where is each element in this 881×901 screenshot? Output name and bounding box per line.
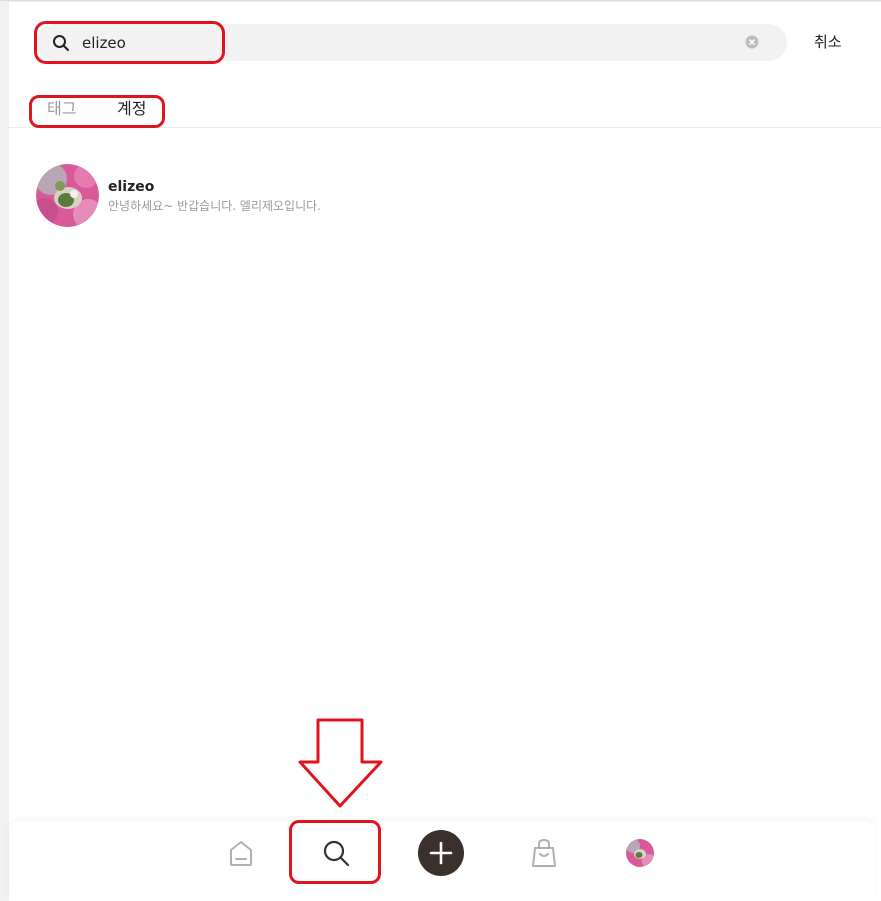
top-border xyxy=(0,0,881,1)
cancel-button[interactable]: 취소 xyxy=(814,32,842,52)
account-bio: 안녕하세요~ 반갑습니다. 엘리제오입니다. xyxy=(108,199,321,213)
clear-icon[interactable] xyxy=(745,35,759,49)
page-background xyxy=(9,2,881,901)
tab-tags[interactable]: 태그 xyxy=(47,98,76,120)
search-icon[interactable] xyxy=(321,838,351,868)
tab-accounts[interactable]: 계정 xyxy=(117,98,146,120)
account-username: elizeo xyxy=(108,179,155,195)
annotation-down-arrow xyxy=(298,718,383,808)
account-result-row[interactable]: elizeo 안녕하세요~ 반갑습니다. 엘리제오입니다. xyxy=(36,164,536,228)
home-icon[interactable] xyxy=(227,838,255,868)
search-bar[interactable] xyxy=(36,24,787,61)
shopping-bag-icon[interactable] xyxy=(530,837,558,869)
search-input[interactable]: elizeo xyxy=(82,33,126,53)
profile-avatar[interactable] xyxy=(626,839,654,867)
search-icon xyxy=(53,35,69,51)
plus-icon[interactable] xyxy=(418,830,464,876)
account-avatar xyxy=(36,164,99,227)
tab-divider xyxy=(9,127,881,128)
